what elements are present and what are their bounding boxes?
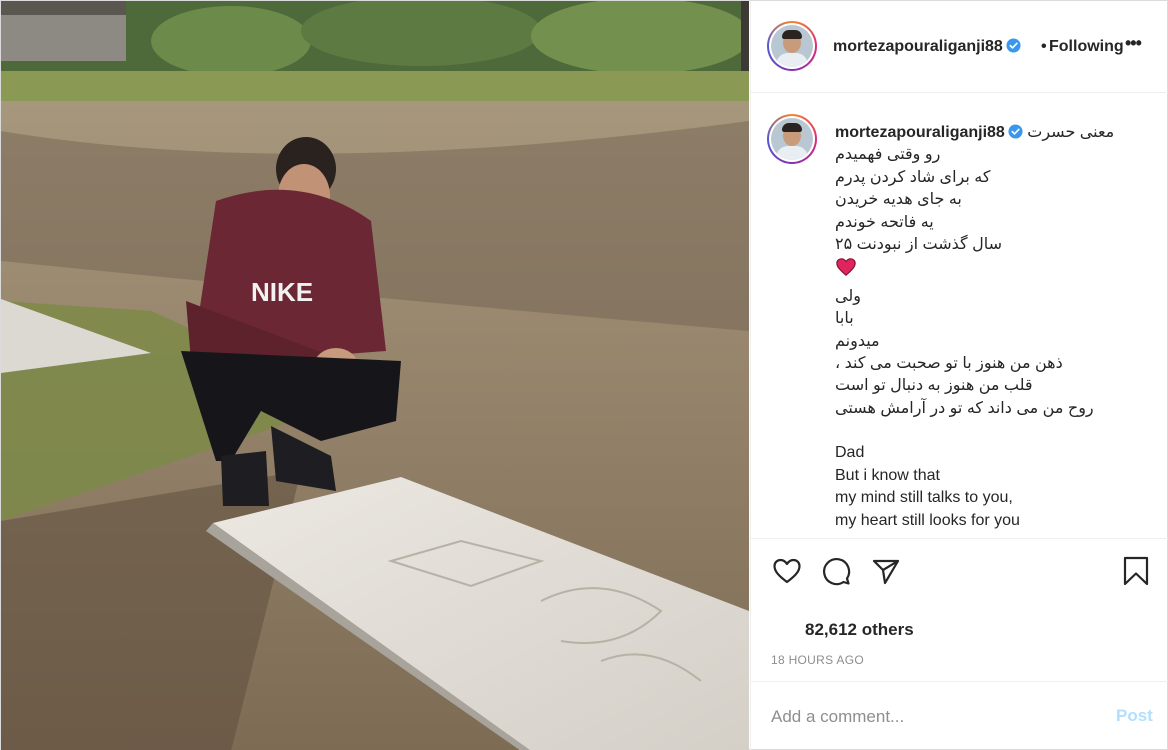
caption-line: ولی — [835, 287, 861, 305]
header-username[interactable]: mortezapouraliganji88 — [833, 38, 1021, 56]
post-sidebar: mortezapouraliganji88 • Following ••• mo… — [750, 1, 1168, 750]
following-button[interactable]: Following — [1049, 38, 1124, 56]
caption-line: my heart still looks for you — [835, 511, 1020, 529]
caption-line: ، ذهن من هنوز با تو صحبت می کند — [835, 355, 1063, 373]
caption-line: But i know that — [835, 466, 940, 484]
comment-bubble-icon[interactable] — [820, 555, 852, 587]
post-timestamp[interactable]: 18 HOURS AGO — [771, 653, 864, 667]
comment-input[interactable] — [771, 706, 1091, 728]
post-photo[interactable]: NIKE — [1, 1, 749, 750]
follow-separator: • — [1041, 38, 1047, 55]
red-heart-emoji-icon — [836, 258, 856, 277]
caption-text: mortezapouraliganji88 معنی حسرت رو وقتی … — [835, 122, 1155, 532]
caption-line: به جای هدیه خریدن — [835, 191, 962, 209]
caption-avatar[interactable] — [767, 114, 817, 164]
svg-text:NIKE: NIKE — [251, 277, 313, 307]
verified-badge-icon — [1008, 124, 1023, 139]
heart-emoji-line — [835, 256, 1155, 285]
caption-line: قلب من هنوز به دنبال تو است — [835, 377, 1033, 395]
avatar[interactable] — [767, 21, 817, 71]
post-comment-button[interactable]: Post — [1116, 706, 1153, 726]
photo-scene: NIKE — [1, 1, 749, 750]
caption-line: معنی حسرت — [1027, 124, 1115, 141]
caption-username[interactable]: mortezapouraliganji88 — [835, 124, 1005, 141]
caption-line: ۲۵ سال گذشت از نبودنت — [835, 236, 1003, 254]
bookmark-icon[interactable] — [1120, 555, 1152, 587]
heart-outline-icon[interactable] — [771, 555, 803, 587]
caption-line: بابا — [835, 310, 854, 328]
more-options-button[interactable]: ••• — [1125, 33, 1142, 54]
likes-count[interactable]: 82,612 others — [805, 620, 914, 640]
verified-badge-icon — [1006, 38, 1021, 53]
caption-line: میدونم — [835, 332, 880, 350]
instagram-post: NIKE mortezapouraliganji88 • Following •… — [0, 0, 1168, 750]
caption-line: my mind still talks to you, — [835, 489, 1013, 507]
paper-plane-icon[interactable] — [870, 555, 902, 587]
comment-box: Post — [751, 681, 1168, 750]
caption-line: روح من می داند که تو در آرامش هستی — [835, 399, 1094, 417]
action-bar — [751, 551, 1168, 591]
caption-line: که برای شاد کردن پدرم — [835, 168, 991, 186]
caption-line: یه فاتحه خوندم — [835, 213, 934, 231]
post-header: mortezapouraliganji88 • Following ••• — [751, 1, 1168, 93]
caption-area: mortezapouraliganji88 معنی حسرت رو وقتی … — [751, 94, 1168, 539]
caption-line: Dad — [835, 444, 865, 462]
header-username-text[interactable]: mortezapouraliganji88 — [833, 38, 1003, 55]
caption-line: رو وقتی فهمیدم — [835, 146, 941, 164]
